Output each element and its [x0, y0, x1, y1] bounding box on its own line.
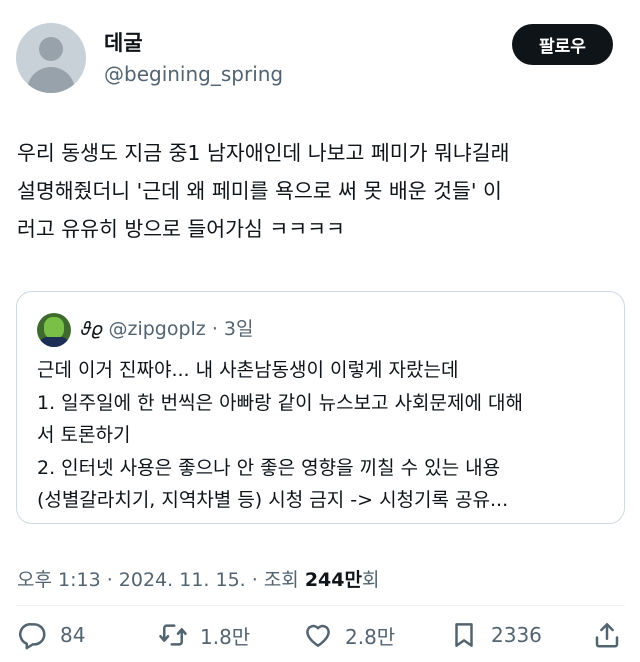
retweet-icon: [159, 624, 187, 646]
like-count: 2.8만: [345, 624, 396, 649]
author-display-name[interactable]: 데굴: [104, 30, 143, 56]
author-avatar[interactable]: [16, 23, 86, 93]
views-suffix: 회: [361, 569, 380, 591]
tweet-line: 우리 동생도 지금 중1 남자애인데 나보고 페미가 뭐냐길래: [17, 141, 510, 165]
bookmark-count: 2336: [491, 623, 542, 647]
reply-count: 84: [60, 623, 86, 647]
quote-line: (성별갈라치기, 지역차별 등) 시청 금지 -> 시청기록 공유...: [37, 489, 509, 511]
tweet-meta: 오후 1:13 · 2024. 11. 15. · 조회 244만회: [17, 567, 379, 593]
quote-line: 2. 인터넷 사용은 좋으나 안 좋은 영향을 끼칠 수 있는 내용: [37, 456, 501, 479]
quote-line: 서 토론하기: [37, 424, 131, 446]
share-icon: [595, 623, 619, 648]
quoted-tweet[interactable]: 𝜗𝜚 @zipgoplz · 3일 근데 이거 진짜야... 내 사촌남동생이 …: [16, 291, 625, 524]
share-button[interactable]: [592, 619, 622, 651]
reply-icon: [19, 623, 46, 650]
quote-avatar-shirt: [39, 337, 69, 347]
quote-avatar[interactable]: [37, 313, 71, 347]
divider: [16, 605, 625, 606]
reply-button[interactable]: 84: [18, 619, 85, 651]
meta-separator: ·: [100, 569, 119, 591]
quote-avatar-face: [44, 317, 64, 339]
bookmark-icon: [455, 623, 473, 647]
quote-handle[interactable]: @zipgoplz: [108, 318, 205, 340]
quote-separator: ·: [211, 318, 218, 340]
heart-icon: [306, 624, 330, 647]
tweet-date[interactable]: 2024. 11. 15.: [119, 569, 246, 591]
default-avatar-icon: [39, 37, 63, 61]
views-label: 조회: [263, 569, 305, 591]
views-count: 244만: [304, 569, 362, 591]
follow-button[interactable]: 팔로우: [512, 24, 613, 65]
quote-line: 근데 이거 진짜야... 내 사촌남동생이 이렇게 자랐는데: [37, 359, 459, 381]
quote-display-name[interactable]: 𝜗𝜚: [81, 318, 102, 340]
default-avatar-body: [27, 67, 75, 93]
like-button[interactable]: 2.8만: [303, 619, 395, 651]
tweet-time[interactable]: 오후 1:13: [17, 569, 101, 591]
quote-text: 근데 이거 진짜야... 내 사촌남동생이 이렇게 자랐는데 1. 일주일에 한…: [37, 354, 607, 517]
tweet-line: 러고 유유히 방으로 들어가심 ㅋㅋㅋㅋ: [17, 217, 345, 241]
bookmark-button[interactable]: 2336: [449, 619, 542, 651]
meta-separator: ·: [245, 569, 264, 591]
retweet-button[interactable]: 1.8만: [158, 619, 250, 651]
tweet-line: 설명해줬더니 '근데 왜 페미를 욕으로 써 못 배운 것들' 이: [17, 179, 502, 203]
tweet-text: 우리 동생도 지금 중1 남자애인데 나보고 페미가 뭐냐길래 설명해줬더니 '…: [17, 134, 627, 248]
retweet-count: 1.8만: [200, 624, 251, 649]
quote-age[interactable]: 3일: [224, 318, 254, 340]
quote-line: 1. 일주일에 한 번씩은 아빠랑 같이 뉴스보고 사회문제에 대해: [37, 391, 523, 414]
author-handle[interactable]: @begining_spring: [104, 61, 283, 87]
quote-header: 𝜗𝜚 @zipgoplz · 3일: [81, 315, 254, 343]
